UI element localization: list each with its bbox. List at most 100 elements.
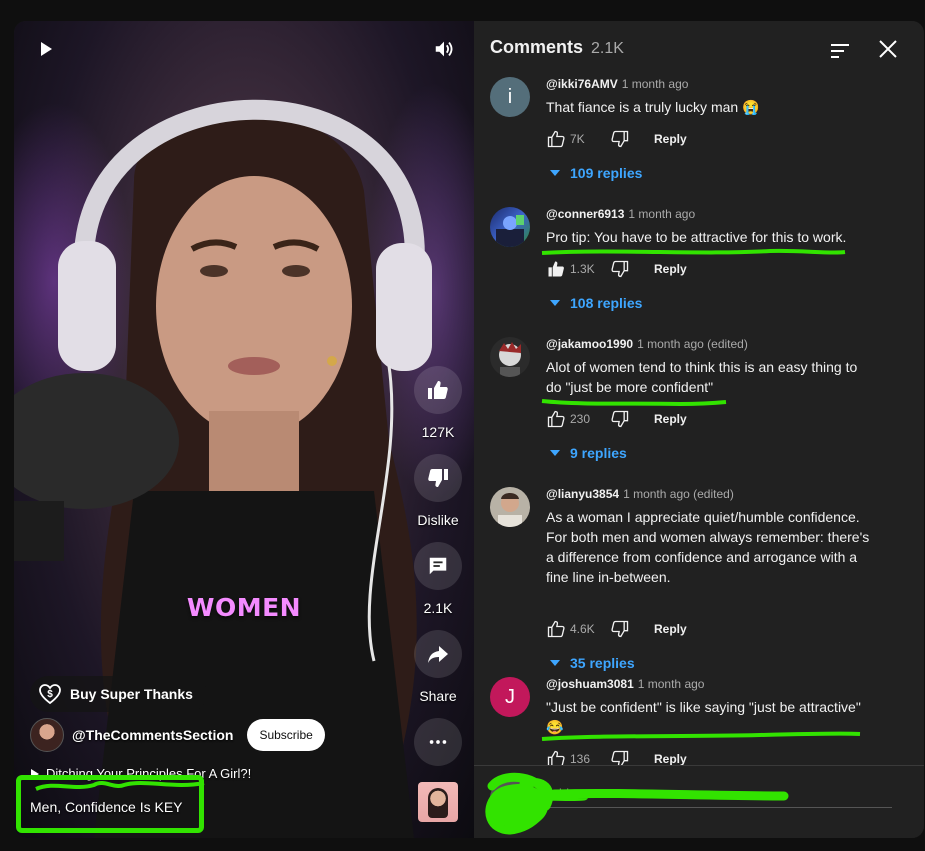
- comment-time: 1 month ago (edited): [623, 487, 734, 501]
- comment-like-count: 1.3K: [570, 262, 595, 276]
- more-action[interactable]: [414, 718, 462, 766]
- channel-name[interactable]: @TheCommentsSection: [72, 727, 233, 743]
- view-replies-button[interactable]: 35 replies: [550, 655, 635, 671]
- comment-meta: @lianyu3854 1 month ago (edited): [546, 487, 734, 501]
- replies-count: 109 replies: [570, 165, 643, 181]
- avatar-letter: J: [505, 685, 515, 708]
- comment-item: J @joshuam3081 1 month ago "Just be confi…: [490, 677, 910, 768]
- comment-actions: 1.3K Reply: [546, 259, 687, 279]
- up-next-thumbnail[interactable]: [418, 782, 458, 822]
- dislike-action[interactable]: Dislike: [414, 454, 462, 528]
- comment-time: 1 month ago: [637, 677, 705, 691]
- avatar-image: [496, 215, 524, 247]
- reply-button[interactable]: Reply: [654, 752, 687, 766]
- comment-avatar[interactable]: J: [490, 677, 530, 717]
- thumbs-down-outline-icon[interactable]: [610, 129, 630, 149]
- super-thanks-label: Buy Super Thanks: [70, 686, 193, 702]
- dislike-button[interactable]: [414, 454, 462, 502]
- share-action[interactable]: Share: [414, 630, 462, 704]
- subscribe-button[interactable]: Subscribe: [247, 719, 325, 751]
- avatar-letter: i: [507, 85, 513, 108]
- comment-text: That fiance is a truly lucky man 😭: [546, 99, 760, 115]
- like-button[interactable]: [414, 366, 462, 414]
- play-button[interactable]: [32, 35, 60, 63]
- super-thanks-heart-icon: $: [39, 684, 61, 705]
- view-replies-button[interactable]: 108 replies: [550, 295, 642, 311]
- thumbs-down-outline-icon[interactable]: [610, 619, 630, 639]
- comment-actions: 230 Reply: [546, 409, 687, 429]
- thumbs-down-outline-icon[interactable]: [610, 409, 630, 429]
- comment-like-count: 7K: [570, 132, 585, 146]
- more-options-button[interactable]: [414, 718, 462, 766]
- comments-button[interactable]: [414, 542, 462, 590]
- comment-meta: @jakamoo1990 1 month ago (edited): [546, 337, 748, 351]
- annotation-scribble: [485, 772, 789, 835]
- like-action[interactable]: 127K: [414, 366, 462, 440]
- caret-down-icon: [550, 660, 560, 666]
- thumbs-up-filled-icon[interactable]: [546, 259, 566, 279]
- thumbs-up-icon: [428, 381, 448, 399]
- annotation-scribble: [35, 781, 205, 791]
- comment-meta: @joshuam3081 1 month ago: [546, 677, 704, 691]
- caret-down-icon: [550, 170, 560, 176]
- reply-button[interactable]: Reply: [654, 622, 687, 636]
- comment-actions: 7K Reply: [546, 129, 687, 149]
- view-replies-button[interactable]: 9 replies: [550, 445, 627, 461]
- comment-text: Alot of women tend to think this is an e…: [546, 359, 858, 395]
- volume-button[interactable]: [430, 35, 458, 63]
- video-frame-person: [14, 99, 432, 838]
- video-player[interactable]: WOMEN 127K Dislike 2.1K Share $ Buy Supe…: [14, 21, 474, 838]
- comment-avatar[interactable]: [490, 207, 530, 247]
- caret-down-icon: [550, 300, 560, 306]
- comment-author[interactable]: @jakamoo1990: [546, 337, 633, 351]
- comment-time: 1 month ago: [621, 77, 689, 91]
- comment-actions: 4.6K Reply: [546, 619, 687, 639]
- comment-time: 1 month ago (edited): [637, 337, 748, 351]
- reply-button[interactable]: Reply: [654, 412, 687, 426]
- shorts-viewer: WOMEN 127K Dislike 2.1K Share $ Buy Supe…: [14, 21, 924, 838]
- comment-avatar[interactable]: [490, 487, 530, 527]
- comment-count: 2.1K: [423, 600, 453, 616]
- channel-row: @TheCommentsSection Subscribe: [30, 718, 325, 752]
- caret-down-icon: [550, 450, 560, 456]
- comments-panel: Comments 2.1K i @ikki76AMV 1 month ago Th…: [474, 21, 924, 838]
- channel-avatar[interactable]: [30, 718, 64, 752]
- comment-like-count: 230: [570, 412, 591, 426]
- comment-time: 1 month ago: [628, 207, 696, 221]
- share-button[interactable]: [414, 630, 462, 678]
- svg-text:$: $: [47, 689, 53, 700]
- comment-like-count: 136: [570, 752, 591, 766]
- comment-author[interactable]: @lianyu3854: [546, 487, 619, 501]
- close-icon[interactable]: [876, 37, 900, 61]
- avatar-image: [498, 493, 522, 527]
- super-thanks-button[interactable]: $ Buy Super Thanks: [30, 676, 207, 712]
- comment-item: @lianyu3854 1 month ago (edited) As a wom…: [490, 487, 910, 671]
- comment-author[interactable]: @joshuam3081: [546, 677, 634, 691]
- comments-title: Comments: [490, 37, 584, 57]
- annotation-underline: [541, 248, 846, 255]
- comment-item: @conner6913 1 month ago Pro tip: You have…: [490, 207, 910, 327]
- comments-header: Comments 2.1K: [490, 37, 624, 58]
- comment-avatar[interactable]: [490, 337, 530, 377]
- comments-count: 2.1K: [591, 40, 624, 57]
- annotation-underline: [541, 399, 727, 407]
- comment-text: "Just be confident" is like saying "just…: [546, 699, 861, 735]
- add-comment-bar: Add a comment...: [474, 765, 924, 838]
- thumbs-up-outline-icon[interactable]: [546, 409, 566, 429]
- thumbs-up-outline-icon[interactable]: [546, 619, 566, 639]
- reply-button[interactable]: Reply: [654, 132, 687, 146]
- volume-icon: [435, 41, 453, 57]
- comments-action[interactable]: 2.1K: [414, 542, 462, 616]
- comment-like-count: 4.6K: [570, 622, 595, 636]
- comment-meta: @ikki76AMV 1 month ago: [546, 77, 688, 91]
- sort-icon[interactable]: [828, 39, 852, 63]
- replies-count: 35 replies: [570, 655, 635, 671]
- comment-avatar[interactable]: i: [490, 77, 530, 117]
- comment-author[interactable]: @ikki76AMV: [546, 77, 618, 91]
- thumbs-down-outline-icon[interactable]: [610, 259, 630, 279]
- comment-author[interactable]: @conner6913: [546, 207, 624, 221]
- view-replies-button[interactable]: 109 replies: [550, 165, 642, 181]
- play-icon: [41, 42, 52, 56]
- thumbs-up-outline-icon[interactable]: [546, 129, 566, 149]
- reply-button[interactable]: Reply: [654, 262, 687, 276]
